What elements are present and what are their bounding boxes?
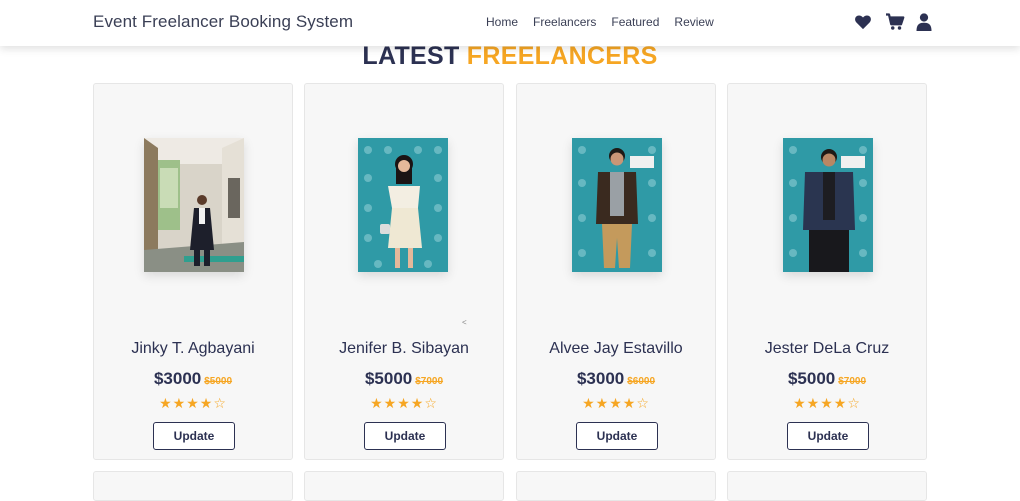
brand-title[interactable]: Event Freelancer Booking System (93, 12, 353, 32)
price-row: $3000 $5000 (94, 369, 292, 389)
freelancer-old-price: $7000 (415, 376, 444, 387)
rating-stars: ★★★★☆ (159, 395, 227, 411)
freelancer-price: $5000 (787, 369, 836, 388)
update-button[interactable]: Update (364, 422, 446, 450)
freelancer-card-next (516, 471, 716, 501)
rating-stars: ★★★★☆ (582, 395, 650, 411)
freelancer-price: $3000 (153, 369, 202, 388)
freelancer-name: Jester DeLa Cruz (764, 340, 890, 357)
freelancer-card-next (93, 471, 293, 501)
freelancer-card: Jinky T. Agbayani $3000 $5000 ★★★★☆ Updat… (93, 83, 293, 460)
freelancer-card-next (727, 471, 927, 501)
rating-stars: ★★★★☆ (370, 395, 438, 411)
nav-link-featured[interactable]: Featured (611, 15, 659, 29)
freelancer-name: Alvee Jay Estavillo (549, 340, 683, 357)
section-title-part2: FREELANCERS (466, 42, 658, 70)
freelancer-photo (144, 138, 244, 272)
freelancer-price: $5000 (364, 369, 413, 388)
freelancer-photo (358, 138, 448, 272)
freelancer-card: Jenifer B. Sibayan $5000 $7000 ★★★★☆ Upda… (304, 83, 504, 460)
update-button[interactable]: Update (153, 422, 235, 450)
nav-icons (854, 13, 934, 31)
freelancer-name: Jenifer B. Sibayan (339, 340, 469, 357)
freelancer-name: Jinky T. Agbayani (131, 340, 255, 357)
nav-links: Home Freelancers Featured Review (486, 15, 714, 29)
freelancer-card: Alvee Jay Estavillo $3000 $6000 ★★★★☆ Upd… (516, 83, 716, 460)
user-icon[interactable] (916, 13, 934, 31)
update-button[interactable]: Update (787, 422, 869, 450)
section-title: LATEST FREELANCERS (0, 42, 1020, 71)
nav-link-freelancers[interactable]: Freelancers (533, 15, 596, 29)
cart-icon[interactable] (885, 13, 905, 31)
rating-stars: ★★★★☆ (793, 395, 861, 411)
freelancer-price: $3000 (576, 369, 625, 388)
heart-icon[interactable] (854, 13, 872, 31)
price-row: $5000 $7000 (728, 369, 926, 389)
freelancer-card-next (304, 471, 504, 501)
section-title-part1: LATEST (362, 42, 460, 70)
price-row: $5000 $7000 (305, 369, 503, 389)
update-button[interactable]: Update (576, 422, 658, 450)
freelancer-photo (572, 138, 662, 272)
nav-link-review[interactable]: Review (674, 15, 713, 29)
price-row: $3000 $6000 (517, 369, 715, 389)
navbar: Event Freelancer Booking System Home Fre… (0, 0, 1020, 46)
freelancer-old-price: $5000 (204, 376, 233, 387)
caret-mark: < (462, 318, 467, 327)
nav-link-home[interactable]: Home (486, 15, 518, 29)
freelancer-photo (783, 138, 873, 272)
freelancer-card: Jester DeLa Cruz $5000 $7000 ★★★★☆ Update (727, 83, 927, 460)
freelancer-old-price: $6000 (627, 376, 656, 387)
freelancer-old-price: $7000 (838, 376, 867, 387)
